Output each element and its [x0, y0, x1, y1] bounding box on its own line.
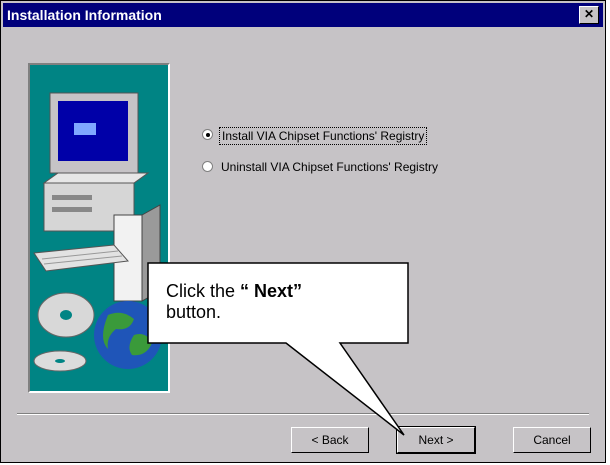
callout-suffix: button.	[166, 302, 222, 322]
callout-next-emphasis: “ Next”	[240, 281, 303, 301]
callout-text: Click the “ Next” button.	[166, 281, 386, 323]
callout-prefix: Click the	[166, 281, 241, 301]
callout-bubble	[147, 262, 409, 436]
